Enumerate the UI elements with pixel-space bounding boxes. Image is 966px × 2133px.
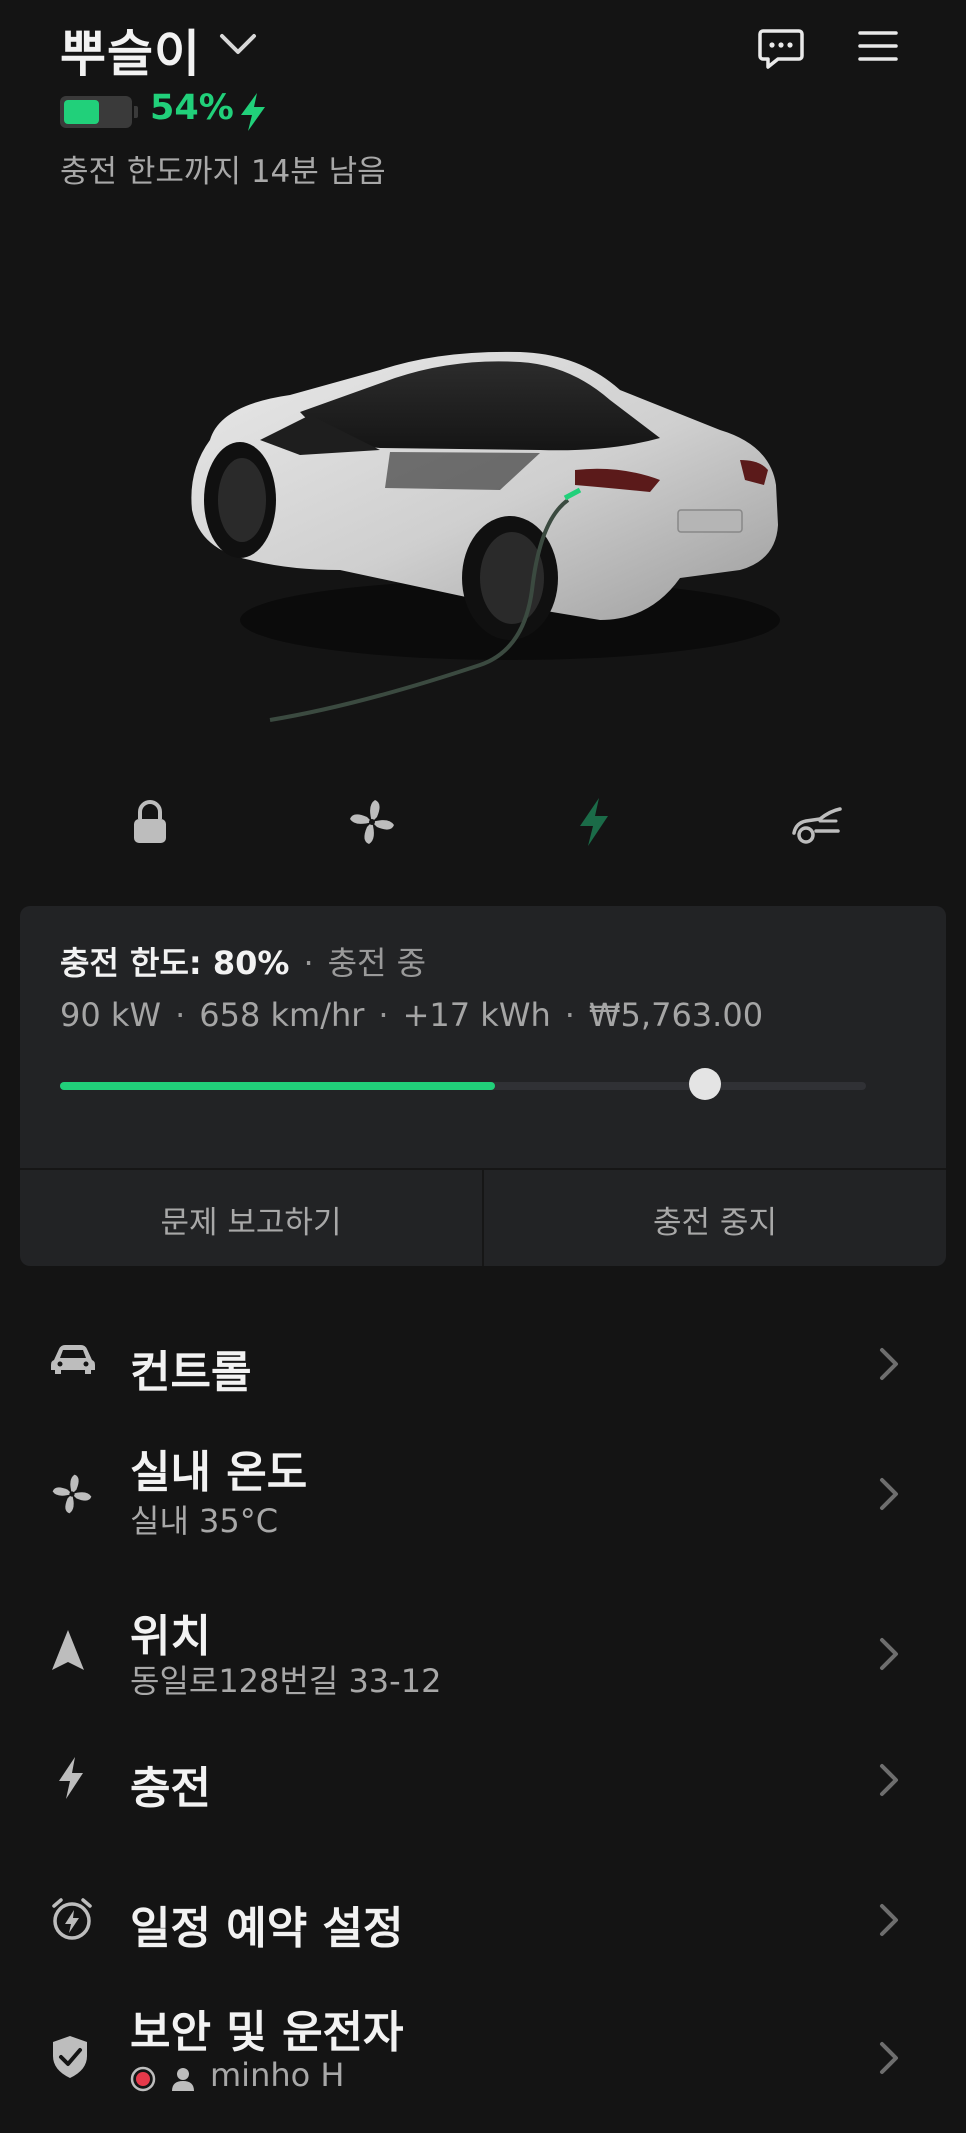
menu-item-charging[interactable]: 충전 [0,1736,966,1826]
charge-rate: 658 km/hr [199,996,365,1034]
alarm-clock-bolt-icon [50,1896,94,1946]
charge-limit-line: 충전 한도: 80% · 충전 중 [60,944,427,982]
chevron-right-icon [878,1902,900,1942]
charge-power: 90 kW [60,996,162,1034]
chevron-right-icon [878,1762,900,1802]
charge-cost: ₩5,763.00 [588,996,764,1034]
security-driver-line: minho H [130,2056,344,2094]
car-image [180,320,800,744]
charge-status: 충전 중 [327,944,427,982]
hamburger-menu-icon[interactable] [858,28,898,68]
car-frunk-icon [792,807,842,844]
schedule-title: 일정 예약 설정 [130,1903,404,1954]
climate-button[interactable] [342,792,402,852]
chevron-right-icon [878,1346,900,1386]
location-title: 위치 [130,1611,211,1662]
battery-indicator [60,96,138,128]
car-icon [50,1342,96,1380]
fan-icon [350,800,394,844]
security-title: 보안 및 운전자 [130,2007,404,2058]
battery-percent: 54% [150,88,234,128]
charge-progress-fill [60,1082,496,1090]
charge-limit-slider[interactable] [60,1068,866,1100]
charge-limit-label: 충전 한도: 80% [60,944,290,982]
menu-item-climate[interactable]: 실내 온도 실내 35°C [0,1432,966,1552]
driver-name: minho H [210,2056,345,2094]
person-icon [170,2062,196,2091]
frunk-button[interactable] [786,792,846,852]
menu-item-location[interactable]: 위치 동일로128번길 33-12 [0,1598,966,1700]
charging-status-card: 충전 한도: 80% · 충전 중 90 kW · 658 km/hr · +17 kWh ·… [20,906,946,1266]
climate-subtitle: 실내 35°C [130,1502,279,1540]
lightning-bolt-icon [580,798,608,846]
charge-time-remaining: 충전 한도까지 14분 남음 [60,154,386,190]
fan-icon [50,1472,94,1520]
chevron-right-icon [878,2040,900,2080]
menu-item-controls[interactable]: 컨트롤 [0,1320,966,1410]
lock-icon [134,800,166,843]
chat-bubble-icon[interactable] [758,28,804,74]
sentry-record-icon [130,2062,156,2092]
climate-title: 실내 온도 [130,1447,308,1498]
shield-check-icon [50,2034,90,2084]
controls-title: 컨트롤 [130,1347,252,1398]
charging-bolt-icon [238,92,268,136]
report-issue-button[interactable]: 문제 보고하기 [20,1168,484,1266]
menu-item-schedule[interactable]: 일정 예약 설정 [0,1876,966,1966]
charge-button[interactable] [564,792,624,852]
lightning-bolt-icon [56,1756,86,1804]
chevron-down-icon[interactable] [218,32,258,60]
location-address: 동일로128번길 33-12 [130,1662,442,1700]
battery-fill [64,100,99,124]
menu-item-security[interactable]: 보안 및 운전자 minho H [0,1996,966,2106]
chevron-right-icon [878,1636,900,1676]
stop-charging-button[interactable]: 충전 중지 [484,1168,946,1266]
car-name-title[interactable]: 뿌슬이 [60,14,201,86]
lock-button[interactable] [120,792,180,852]
charging-title: 충전 [130,1763,211,1814]
chevron-right-icon [878,1476,900,1516]
energy-added: +17 kWh [402,996,551,1034]
charge-stats-line: 90 kW · 658 km/hr · +17 kWh · ₩5,763.00 [60,996,764,1034]
navigation-arrow-icon [50,1628,86,1676]
charge-limit-thumb[interactable] [688,1068,721,1100]
